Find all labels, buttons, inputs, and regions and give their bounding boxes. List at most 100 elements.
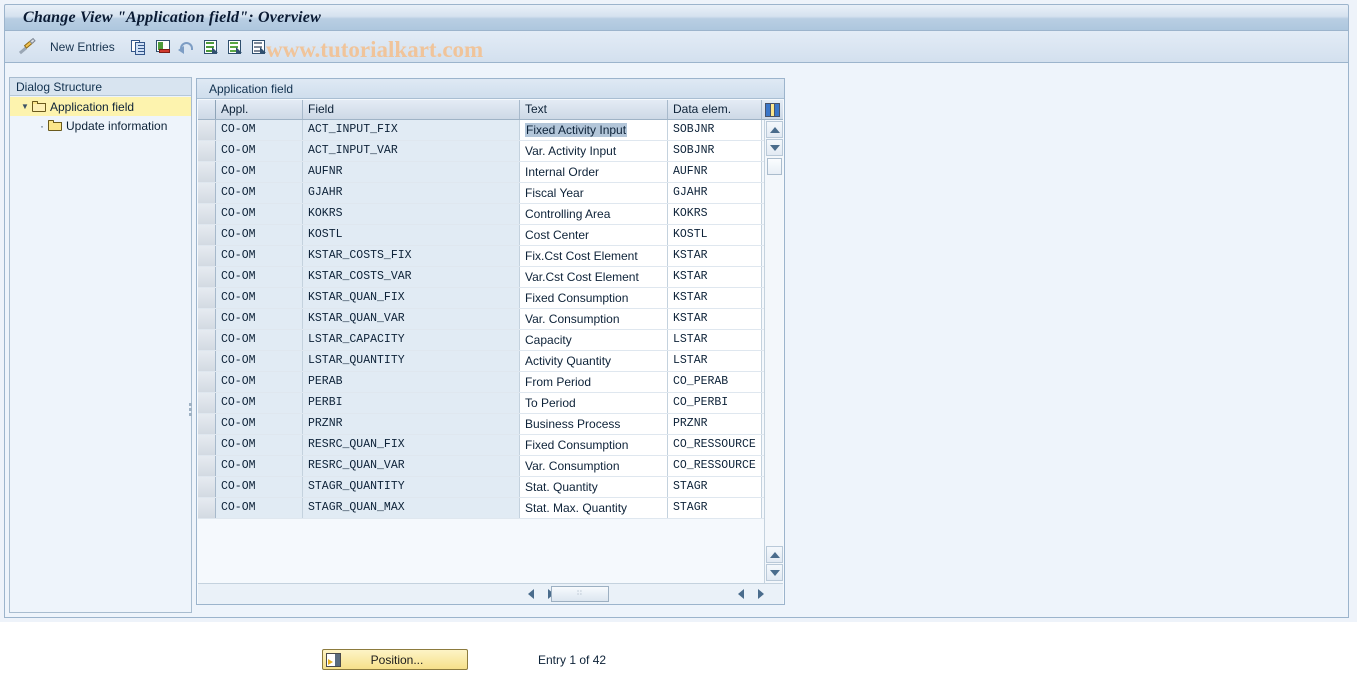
row-selector[interactable] [198, 225, 216, 245]
deselect-all-button[interactable] [225, 35, 247, 59]
sidebar-item-application-field[interactable]: ▼ Application field [10, 97, 191, 116]
cell-field[interactable]: PERAB [303, 372, 520, 392]
grid-horizontal-scrollbar[interactable]: ∷ [198, 583, 783, 604]
horizontal-scroll-thumb[interactable]: ∷ [551, 586, 609, 602]
cell-text[interactable]: Business Process [520, 414, 668, 434]
cell-appl[interactable]: CO-OM [216, 498, 303, 518]
cell-appl[interactable]: CO-OM [216, 141, 303, 161]
cell-field[interactable]: KOSTL [303, 225, 520, 245]
row-selector[interactable] [198, 183, 216, 203]
table-row[interactable]: CO-OM AUFNR Internal Order AUFNR [198, 162, 764, 183]
cell-field[interactable]: RESRC_QUAN_FIX [303, 435, 520, 455]
cell-appl[interactable]: CO-OM [216, 120, 303, 140]
cell-field[interactable]: KOKRS [303, 204, 520, 224]
cell-text[interactable]: Controlling Area [520, 204, 668, 224]
cell-data-elem[interactable]: GJAHR [668, 183, 762, 203]
table-row[interactable]: CO-OM STAGR_QUAN_MAX Stat. Max. Quantity ST… [198, 498, 764, 519]
cell-data-elem[interactable]: STAGR [668, 477, 762, 497]
cell-appl[interactable]: CO-OM [216, 351, 303, 371]
vertical-scroll-thumb[interactable] [767, 158, 782, 175]
scroll-up-button[interactable] [766, 121, 783, 138]
position-button[interactable]: Position... [322, 649, 468, 670]
row-selector[interactable] [198, 393, 216, 413]
row-selector[interactable] [198, 351, 216, 371]
cell-text[interactable]: Activity Quantity [520, 351, 668, 371]
select-all-column-header[interactable] [198, 100, 216, 119]
row-selector[interactable] [198, 498, 216, 518]
row-selector[interactable] [198, 246, 216, 266]
table-row[interactable]: CO-OM LSTAR_CAPACITY Capacity LSTAR [198, 330, 764, 351]
row-selector[interactable] [198, 414, 216, 434]
column-header-field[interactable]: Field [303, 100, 520, 119]
cell-data-elem[interactable]: KSTAR [668, 267, 762, 287]
cell-text[interactable]: Stat. Max. Quantity [520, 498, 668, 518]
cell-data-elem[interactable]: KOKRS [668, 204, 762, 224]
cell-data-elem[interactable]: STAGR [668, 498, 762, 518]
cell-field[interactable]: AUFNR [303, 162, 520, 182]
cell-field[interactable]: KSTAR_COSTS_VAR [303, 267, 520, 287]
column-header-text[interactable]: Text [520, 100, 668, 119]
sidebar-item-update-information[interactable]: · Update information [10, 116, 191, 135]
column-header-data-elem[interactable]: Data elem. [668, 100, 762, 119]
cell-data-elem[interactable]: LSTAR [668, 351, 762, 371]
cell-appl[interactable]: CO-OM [216, 162, 303, 182]
cell-data-elem[interactable]: KSTAR [668, 246, 762, 266]
grid-vertical-scrollbar[interactable] [764, 120, 783, 583]
row-selector[interactable] [198, 288, 216, 308]
table-settings-button[interactable] [762, 100, 783, 119]
cell-data-elem[interactable]: KSTAR [668, 288, 762, 308]
table-row[interactable]: CO-OM STAGR_QUANTITY Stat. Quantity STAGR [198, 477, 764, 498]
row-selector[interactable] [198, 330, 216, 350]
cell-appl[interactable]: CO-OM [216, 393, 303, 413]
cell-data-elem[interactable]: SOBJNR [668, 120, 762, 140]
cell-text[interactable]: Var. Consumption [520, 309, 668, 329]
cell-appl[interactable]: CO-OM [216, 372, 303, 392]
cell-data-elem[interactable]: LSTAR [668, 330, 762, 350]
cell-text[interactable]: Capacity [520, 330, 668, 350]
row-selector[interactable] [198, 309, 216, 329]
table-row[interactable]: CO-OM KSTAR_COSTS_VAR Var.Cst Cost Element… [198, 267, 764, 288]
cell-field[interactable]: GJAHR [303, 183, 520, 203]
cell-text[interactable]: To Period [520, 393, 668, 413]
cell-data-elem[interactable]: CO_PERBI [668, 393, 762, 413]
cell-field[interactable]: KSTAR_QUAN_VAR [303, 309, 520, 329]
table-row[interactable]: CO-OM KOKRS Controlling Area KOKRS [198, 204, 764, 225]
row-selector[interactable] [198, 456, 216, 476]
cell-text[interactable]: Fix.Cst Cost Element [520, 246, 668, 266]
row-selector[interactable] [198, 120, 216, 140]
cell-field[interactable]: STAGR_QUANTITY [303, 477, 520, 497]
scroll-page-down-button[interactable] [766, 564, 783, 581]
cell-field[interactable]: LSTAR_CAPACITY [303, 330, 520, 350]
cell-appl[interactable]: CO-OM [216, 414, 303, 434]
cell-text[interactable]: Fixed Consumption [520, 288, 668, 308]
cell-data-elem[interactable]: CO_PERAB [668, 372, 762, 392]
table-row[interactable]: CO-OM ACT_INPUT_VAR Var. Activity Input SOB… [198, 141, 764, 162]
row-selector[interactable] [198, 141, 216, 161]
cell-appl[interactable]: CO-OM [216, 267, 303, 287]
table-row[interactable]: CO-OM PERAB From Period CO_PERAB [198, 372, 764, 393]
undo-button[interactable] [177, 35, 199, 59]
chevron-down-icon[interactable]: ▼ [18, 102, 32, 111]
cell-data-elem[interactable]: PRZNR [668, 414, 762, 434]
cell-text[interactable]: Stat. Quantity [520, 477, 668, 497]
cell-text[interactable]: Fixed Consumption [520, 435, 668, 455]
cell-field[interactable]: STAGR_QUAN_MAX [303, 498, 520, 518]
table-row[interactable]: CO-OM KSTAR_QUAN_FIX Fixed Consumption KSTA… [198, 288, 764, 309]
cell-data-elem[interactable]: CO_RESSOURCE [668, 456, 762, 476]
cell-field[interactable]: RESRC_QUAN_VAR [303, 456, 520, 476]
cell-text[interactable]: Var. Activity Input [520, 141, 668, 161]
cell-text[interactable]: Internal Order [520, 162, 668, 182]
table-row[interactable]: CO-OM KSTAR_QUAN_VAR Var. Consumption KSTAR [198, 309, 764, 330]
cell-appl[interactable]: CO-OM [216, 435, 303, 455]
table-row[interactable]: CO-OM RESRC_QUAN_VAR Var. Consumption CO_RE… [198, 456, 764, 477]
cell-field[interactable]: PERBI [303, 393, 520, 413]
delete-button[interactable] [153, 35, 175, 59]
cell-text[interactable]: Cost Center [520, 225, 668, 245]
cell-field[interactable]: ACT_INPUT_VAR [303, 141, 520, 161]
cell-text[interactable]: From Period [520, 372, 668, 392]
row-selector[interactable] [198, 267, 216, 287]
row-selector[interactable] [198, 435, 216, 455]
scroll-col-right-button[interactable] [753, 586, 769, 602]
scroll-page-up-button[interactable] [766, 546, 783, 563]
row-selector[interactable] [198, 204, 216, 224]
